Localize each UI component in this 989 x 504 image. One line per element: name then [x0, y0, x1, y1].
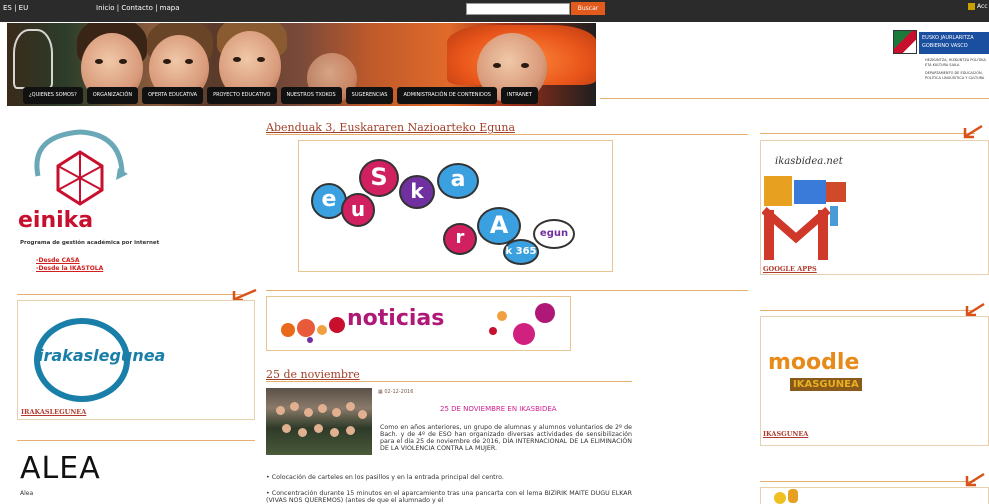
- einika-title: Programa de gestión académica por intern…: [20, 240, 160, 246]
- left-divider: [17, 294, 242, 295]
- nav-oferta-educativa[interactable]: OFERTA EDUCATIVA: [142, 87, 204, 104]
- google-calendar-icon: [794, 180, 826, 204]
- irakaslegunea-link[interactable]: IRAKASLEGUNEA: [21, 408, 86, 416]
- main-nav: ¿QUIENES SOMOS? ORGANIZACIÓN OFERTA EDUC…: [23, 87, 538, 104]
- search-input[interactable]: [466, 3, 570, 15]
- nav-nuestros-txokos[interactable]: NUESTROS TXOKOS: [280, 87, 342, 104]
- top-bar: ES | EU Inicio | Contacto | mapa Buscar …: [0, 0, 989, 22]
- moodle-logo: moodle: [768, 350, 860, 375]
- right-divider: [760, 133, 975, 134]
- gmail-icon: [762, 206, 830, 262]
- gov-name-box: EUSKO JAURLARITZA GOBIERNO VASCO: [919, 32, 989, 54]
- gov-dept1: HEZKUNTZA, HIZKUNTZA POLITIKA ETA KULTUR…: [925, 58, 986, 67]
- ikasbidea-logo: ikasbidea.net: [775, 156, 843, 167]
- article-divider-2: [266, 381, 632, 382]
- search-button[interactable]: Buscar: [571, 2, 605, 15]
- center-divider: [266, 290, 748, 291]
- letter-bubble: a: [437, 163, 479, 199]
- irakaslegunea-logo-text: irakaslegunea: [38, 346, 166, 365]
- right-divider-3: [760, 481, 975, 482]
- alea-caption: Alea: [20, 490, 34, 497]
- moodle-sub-logo: IKASGUNEA: [790, 378, 862, 391]
- article-bullet: • Colocación de carteles en los pasillos…: [266, 474, 504, 481]
- einika-logo-graphic: [34, 129, 128, 206]
- news-headline: 25 DE NOVIEMBRE EN IKASBIDEA: [440, 405, 557, 413]
- article-paragraph: Como en años anteriores, un grupo de alu…: [380, 424, 632, 452]
- egun-bubble: egun: [533, 219, 575, 249]
- letter-bubble: u: [341, 193, 375, 227]
- einika-logo-text: einika: [18, 208, 94, 233]
- article-divider: [266, 134, 748, 135]
- gov-line1: EUSKO JAURLARITZA: [922, 35, 974, 41]
- link-desde-casa[interactable]: -Desde CASA: [36, 257, 80, 264]
- noticias-logo-text: noticias: [347, 306, 445, 331]
- article-photo[interactable]: [266, 388, 372, 455]
- letter-bubble: k: [399, 175, 435, 209]
- gov-line2: GOBIERNO VASCO: [922, 43, 968, 49]
- nav-sugerencias[interactable]: SUGERENCIAS: [345, 87, 394, 104]
- sun-icon: [774, 492, 786, 504]
- letter-bubble: S: [359, 159, 399, 197]
- article-title-25-noviembre[interactable]: 25 de noviembre: [266, 368, 360, 381]
- euskara-image[interactable]: e u S k a r A k 365 egun: [298, 140, 613, 272]
- right-divider-2: [760, 310, 975, 311]
- letter-bubble: r: [443, 223, 477, 255]
- gov-dept2: DEPARTAMENTO DE EDUCACIÓN, POLÍTICA LING…: [925, 71, 985, 80]
- lock-icon: [968, 3, 975, 10]
- top-links[interactable]: Inicio | Contacto | mapa: [96, 4, 180, 12]
- article-date-text: 02-12-2016: [384, 389, 414, 395]
- coat-of-arms-icon: [893, 30, 917, 54]
- nav-intranet[interactable]: INTRANET: [500, 87, 538, 104]
- alea-logo[interactable]: ALEA: [20, 451, 101, 486]
- article-title-euskara[interactable]: Abenduak 3, Euskararen Nazioarteko Eguna: [266, 121, 515, 134]
- article-bullet: • Concentración durante 15 minutos en el…: [266, 490, 632, 504]
- left-divider-2: [17, 440, 255, 441]
- google-drive-icon: [764, 176, 792, 206]
- google-apps-link[interactable]: GOOGLE APPS: [763, 265, 817, 273]
- google-plus-icon: [826, 182, 846, 202]
- nav-quienes-somos[interactable]: ¿QUIENES SOMOS?: [23, 87, 83, 104]
- nav-organizacion[interactable]: ORGANIZACIÓN: [86, 87, 139, 104]
- article-date: ▦ 02-12-2016: [378, 389, 413, 395]
- link-desde-ikastola[interactable]: -Desde la IKASTOLA: [36, 265, 103, 272]
- language-switcher[interactable]: ES | EU: [3, 4, 28, 12]
- ikasgunea-link[interactable]: IKASGUNEA: [763, 430, 808, 438]
- nav-administracion[interactable]: ADMINISTRACIÓN DE CONTENIDOS: [397, 87, 497, 104]
- access-link[interactable]: Acc: [968, 3, 988, 10]
- pencil-icon: [788, 489, 798, 503]
- nav-proyecto-educativo[interactable]: PROYECTO EDUCATIVO: [207, 87, 277, 104]
- school-logo-doodle: [13, 29, 53, 89]
- header-divider: [600, 98, 989, 99]
- access-label: Acc: [977, 3, 988, 10]
- noticias-banner[interactable]: noticias: [266, 296, 571, 351]
- k365-bubble: k 365: [503, 239, 539, 265]
